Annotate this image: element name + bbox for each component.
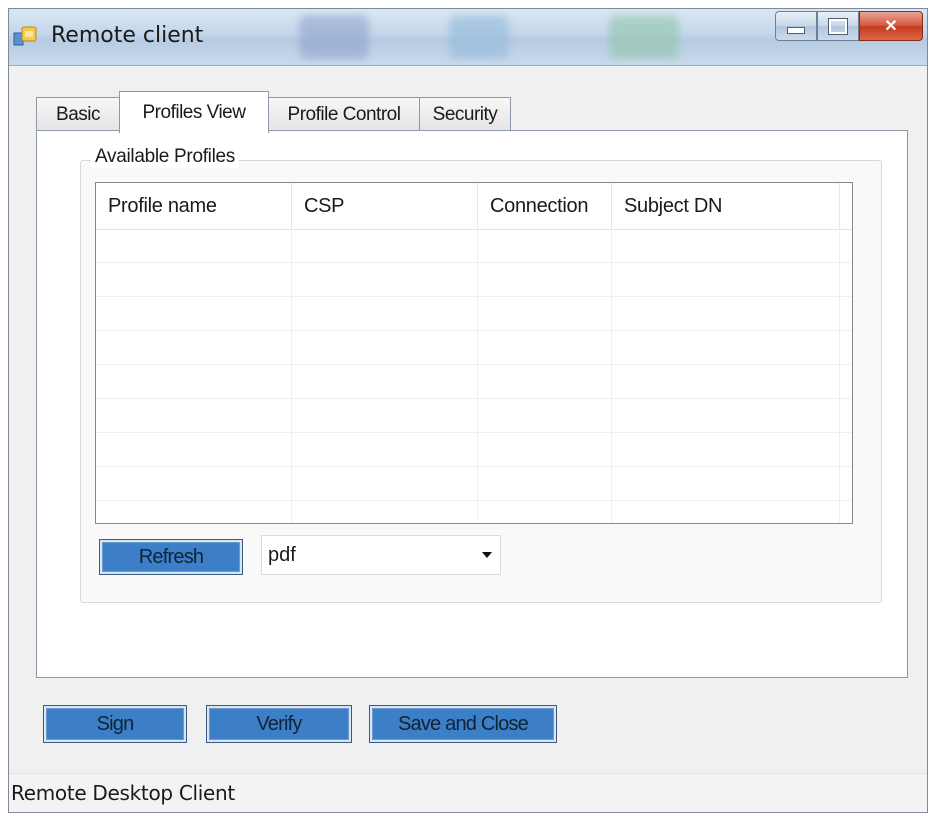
table-cell (478, 399, 612, 432)
table-cell (612, 365, 840, 398)
available-profiles-label: Available Profiles (91, 146, 239, 168)
table-cell (292, 297, 478, 330)
save-and-close-button[interactable]: Save and Close (369, 705, 557, 743)
remote-client-window: Remote client ✕ Basic Profiles View Prof… (8, 8, 928, 813)
table-row[interactable] (96, 297, 852, 331)
tab-profile-control[interactable]: Profile Control (268, 97, 420, 131)
tab-profiles-view[interactable]: Profiles View (119, 91, 269, 133)
format-combo[interactable]: pdf (261, 535, 501, 575)
verify-button[interactable]: Verify (206, 705, 352, 743)
table-cell (612, 501, 840, 523)
table-cell (612, 297, 840, 330)
table-cell (478, 501, 612, 523)
title-bar-blur (449, 15, 509, 59)
column-subject-dn[interactable]: Subject DN (612, 183, 840, 229)
status-bar: Remote Desktop Client (9, 773, 927, 812)
table-cell (612, 467, 840, 500)
table-cell (292, 467, 478, 500)
table-cell (96, 399, 292, 432)
table-row[interactable] (96, 263, 852, 297)
title-bar-blur (609, 15, 679, 59)
table-cell (478, 263, 612, 296)
table-cell (96, 229, 292, 262)
table-cell (478, 365, 612, 398)
refresh-button[interactable]: Refresh (99, 539, 243, 575)
profiles-list-body (96, 229, 852, 523)
table-row[interactable] (96, 467, 852, 501)
table-cell (292, 331, 478, 364)
table-cell (96, 365, 292, 398)
profiles-list[interactable]: Profile name CSP Connection Subject DN (95, 182, 853, 524)
format-combo-value: pdf (268, 543, 296, 566)
table-row[interactable] (96, 365, 852, 399)
column-csp[interactable]: CSP (292, 183, 478, 229)
status-text: Remote Desktop Client (11, 781, 235, 805)
table-cell (478, 229, 612, 262)
sign-button[interactable]: Sign (43, 705, 187, 743)
table-cell (96, 433, 292, 466)
table-cell (292, 263, 478, 296)
table-cell (612, 229, 840, 262)
minimize-button[interactable] (775, 11, 817, 41)
app-icon (13, 26, 37, 46)
tab-basic[interactable]: Basic (36, 97, 120, 131)
table-cell (292, 229, 478, 262)
window-controls: ✕ (775, 11, 923, 41)
table-row[interactable] (96, 399, 852, 433)
table-cell (96, 467, 292, 500)
column-connection[interactable]: Connection (478, 183, 612, 229)
table-cell (96, 501, 292, 523)
table-cell (96, 331, 292, 364)
table-row[interactable] (96, 331, 852, 365)
table-cell (612, 263, 840, 296)
maximize-button[interactable] (817, 11, 859, 41)
close-icon: ✕ (884, 18, 898, 35)
table-row[interactable] (96, 433, 852, 467)
profiles-list-header: Profile name CSP Connection Subject DN (96, 183, 852, 230)
table-row[interactable] (96, 501, 852, 523)
table-cell (612, 399, 840, 432)
table-cell (478, 297, 612, 330)
title-bar-blur (299, 15, 369, 59)
table-cell (96, 263, 292, 296)
available-profiles-group: Available Profiles Profile name CSP Conn… (80, 146, 882, 603)
column-profile-name[interactable]: Profile name (96, 183, 292, 229)
maximize-icon (828, 17, 848, 35)
title-bar[interactable]: Remote client ✕ (9, 9, 927, 66)
table-cell (478, 467, 612, 500)
table-cell (96, 297, 292, 330)
table-cell (478, 433, 612, 466)
window-title: Remote client (51, 23, 204, 48)
table-cell (612, 331, 840, 364)
table-cell (292, 433, 478, 466)
table-cell (292, 365, 478, 398)
table-cell (292, 501, 478, 523)
profiles-view-panel: Available Profiles Profile name CSP Conn… (36, 130, 908, 678)
table-row[interactable] (96, 229, 852, 263)
tab-security[interactable]: Security (419, 97, 511, 131)
chevron-down-icon (482, 552, 492, 558)
close-button[interactable]: ✕ (859, 11, 923, 41)
table-cell (292, 399, 478, 432)
minimize-icon (787, 26, 805, 34)
table-cell (612, 433, 840, 466)
table-cell (478, 331, 612, 364)
